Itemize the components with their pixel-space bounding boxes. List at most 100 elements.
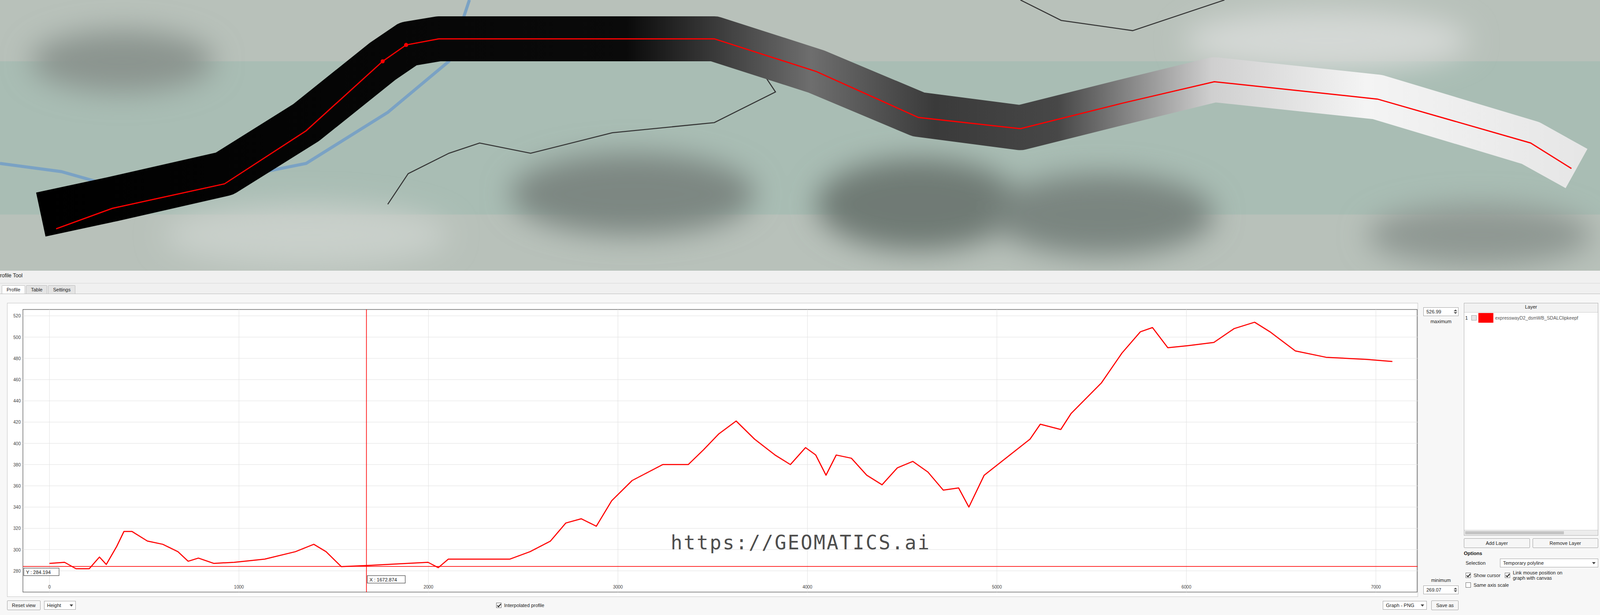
layer-checkbox[interactable] [1471,315,1477,321]
x-tick: 7000 [1370,309,1381,592]
selection-label: Selection [1465,560,1497,566]
y-tick: 400 [13,441,1418,446]
x-tick-label: 7000 [1370,584,1381,590]
range-column: 526.99maximumminimum269.07 [1421,302,1461,597]
x-tick-label: 2000 [423,584,434,590]
profile-line[interactable] [55,38,1572,229]
x-grid-line [49,309,50,592]
y-tick: 420 [13,419,1418,425]
y-tick-label: 300 [13,547,21,553]
x-grid-line [1375,309,1377,592]
tab[interactable]: Settings [48,285,76,294]
vertex-icon[interactable] [380,59,385,64]
tab-content: 2803003203403603804004204404604805005200… [0,293,1600,615]
horizontal-scrollbar[interactable] [1464,529,1598,535]
profile-series [49,322,1393,569]
caret-icon [1592,561,1596,565]
cursor-y-label: Y : 284.194 [23,567,60,576]
y-tick: 320 [13,525,1418,531]
qgis-window: rofile ToolProfileTableSettings280300320… [0,0,1600,615]
profile-chart[interactable]: 2803003203403603804004204404604805005200… [7,302,1419,597]
x-tick-label: 3000 [612,584,624,590]
x-tick: 1000 [233,309,245,592]
dsm-corridor [40,38,1577,215]
y-grid-line [22,485,1418,487]
layer-color-swatch[interactable] [1478,312,1494,323]
y-tick: 360 [13,483,1418,489]
minimum-field[interactable]: 269.07 [1423,585,1459,594]
watermark: https://GEOMATICS.ai [670,530,931,554]
caret-icon [1420,604,1425,607]
profile-tool-panel: rofile ToolProfileTableSettings280300320… [0,270,1600,615]
option-checkbox[interactable]: Same axis scale [1465,582,1509,588]
svg-text:Y : 284.194: Y : 284.194 [25,569,51,575]
y-tick-label: 440 [13,398,21,404]
panel-title: rofile Tool [0,270,1600,284]
y-tick: 500 [13,334,1418,340]
x-tick: 0 [48,309,51,592]
bottom-bar: Reset viewHeight Interpolated profileGrap… [7,599,1461,611]
save-as-button[interactable]: Save as [1431,600,1459,610]
x-tick-label: 0 [48,584,51,590]
x-tick-label: 1000 [233,584,245,590]
spin-arrows-icon[interactable] [1453,587,1458,592]
x-tick: 6000 [1181,309,1192,592]
options-title: Options [1463,550,1599,556]
plot-frame [22,309,1418,592]
y-grid-line [22,506,1418,508]
x-tick: 5000 [991,309,1003,592]
spin-arrows-icon[interactable] [1453,309,1458,314]
tab[interactable]: Profile [1,285,26,294]
vertex-icon[interactable] [404,42,409,47]
x-tick: 3000 [612,309,624,592]
main-column: 2803003203403603804004204404604805005200… [7,302,1461,615]
y-grid-line [22,336,1418,338]
y-grid-line [22,464,1418,465]
y-grid-line [22,315,1418,316]
y-grid-line [22,421,1418,423]
x-tick-label: 6000 [1181,584,1192,590]
y-tick-label: 400 [13,441,21,446]
y-grid-line [22,357,1418,359]
y-tick-label: 480 [13,356,21,361]
y-tick-label: 320 [13,525,21,531]
y-grid-line [22,400,1418,401]
y-tick: 480 [13,356,1418,361]
option-checkbox[interactable]: Link mouse position on graph with canvas [1504,569,1575,581]
x-grid-line [617,309,619,592]
chart-background [7,303,1418,597]
hillshade [30,10,1592,266]
x-grid-line [238,309,240,592]
y-tick: 380 [13,462,1418,468]
reset-view-button[interactable]: Reset view [7,600,41,610]
option-checkbox[interactable]: Show cursor [1465,569,1501,581]
caret-icon [69,604,74,607]
layer-header: Layer [1464,303,1598,313]
interpolated-checkbox[interactable]: Interpolated profile [496,602,1383,608]
y-tick: 440 [13,398,1418,404]
x-grid-line [1186,309,1187,592]
x-grid-line [428,309,429,592]
format-dropdown[interactable]: Graph - PNG [1382,600,1427,610]
cursor-x-label: X : 1672.874 [367,575,406,583]
layer-button[interactable]: Remove Layer [1532,538,1599,548]
y-tick-label: 360 [13,483,21,489]
mode-dropdown[interactable]: Height [44,600,76,610]
map-canvas[interactable] [0,0,1600,271]
selection-dropdown[interactable]: Temporary polyline [1499,558,1599,568]
x-tick: 2000 [423,309,434,592]
minimum-label: minimum [1431,577,1452,583]
boundary-line [1020,0,1225,31]
maximum-field[interactable]: 526.99 [1423,307,1459,316]
layer-button[interactable]: Add Layer [1463,538,1530,548]
y-tick: 340 [13,504,1418,510]
layer-row[interactable]: 1expresswayD2_dsmWB_SDALClipkeepf [1464,312,1598,323]
map-svg[interactable] [0,0,1600,271]
y-tick: 460 [13,377,1418,383]
y-grid-line [22,570,1418,571]
y-tick-label: 520 [13,313,21,319]
tab[interactable]: Table [25,285,48,294]
boundary-line [387,61,776,205]
y-tick-label: 500 [13,334,21,340]
map-background [0,0,1600,271]
